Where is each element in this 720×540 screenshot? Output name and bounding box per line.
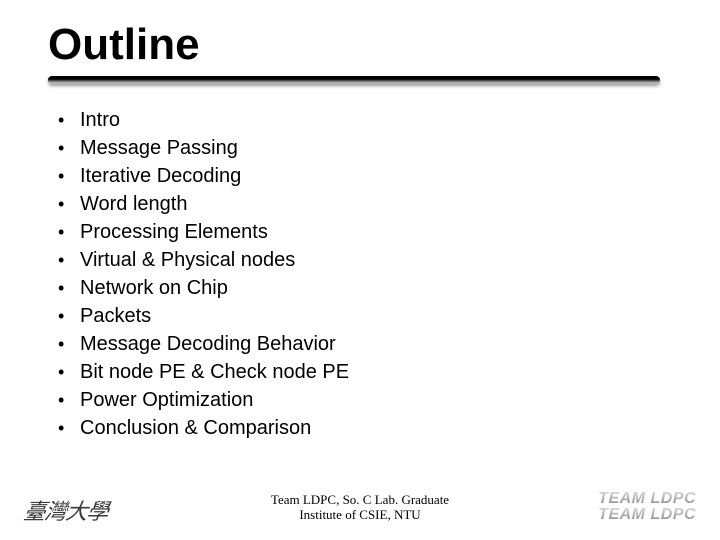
bullet-icon: • xyxy=(58,162,80,190)
list-item: •Message Passing xyxy=(58,134,672,162)
list-item: •Network on Chip xyxy=(58,274,672,302)
footer-line-1: Team LDPC, So. C Lab. Graduate xyxy=(271,492,449,507)
bullet-icon: • xyxy=(58,358,80,386)
list-item: •Packets xyxy=(58,302,672,330)
bullet-icon: • xyxy=(58,134,80,162)
bullet-text: Power Optimization xyxy=(80,386,253,414)
bullet-text: Packets xyxy=(80,302,151,330)
bullet-text: Message Decoding Behavior xyxy=(80,330,336,358)
team-logo-line: TEAM LDPC xyxy=(598,491,696,506)
bullet-text: Intro xyxy=(80,106,120,134)
list-item: •Bit node PE & Check node PE xyxy=(58,358,672,386)
footer-text: Team LDPC, So. C Lab. Graduate Institute… xyxy=(271,492,449,522)
list-item: •Power Optimization xyxy=(58,386,672,414)
list-item: •Intro xyxy=(58,106,672,134)
bullet-text: Word length xyxy=(80,190,187,218)
list-item: •Iterative Decoding xyxy=(58,162,672,190)
bullet-text: Bit node PE & Check node PE xyxy=(80,358,349,386)
list-item: •Message Decoding Behavior xyxy=(58,330,672,358)
team-logo-line: TEAM LDPC xyxy=(598,507,696,522)
bullet-icon: • xyxy=(58,190,80,218)
bullet-icon: • xyxy=(58,414,80,442)
list-item: •Processing Elements xyxy=(58,218,672,246)
bullet-text: Processing Elements xyxy=(80,218,268,246)
bullet-icon: • xyxy=(58,218,80,246)
bullet-icon: • xyxy=(58,302,80,330)
footer: 臺灣大學 Team LDPC, So. C Lab. Graduate Inst… xyxy=(0,482,720,526)
list-item: •Word length xyxy=(58,190,672,218)
list-item: •Conclusion & Comparison xyxy=(58,414,672,442)
bullet-icon: • xyxy=(58,386,80,414)
bullet-text: Conclusion & Comparison xyxy=(80,414,311,442)
team-logo: TEAM LDPC TEAM LDPC xyxy=(598,491,696,522)
bullet-text: Virtual & Physical nodes xyxy=(80,246,295,274)
bullet-icon: • xyxy=(58,274,80,302)
bullet-text: Iterative Decoding xyxy=(80,162,241,190)
university-logo: 臺灣大學 xyxy=(22,494,111,526)
bullet-icon: • xyxy=(58,330,80,358)
bullet-icon: • xyxy=(58,106,80,134)
footer-line-2: Institute of CSIE, NTU xyxy=(299,507,420,522)
bullet-text: Message Passing xyxy=(80,134,238,162)
bullet-list: •Intro •Message Passing •Iterative Decod… xyxy=(48,106,672,442)
bullet-icon: • xyxy=(58,246,80,274)
slide: Outline •Intro •Message Passing •Iterati… xyxy=(0,0,720,540)
list-item: •Virtual & Physical nodes xyxy=(58,246,672,274)
slide-title: Outline xyxy=(48,20,672,70)
bullet-text: Network on Chip xyxy=(80,274,228,302)
title-divider xyxy=(48,76,660,84)
